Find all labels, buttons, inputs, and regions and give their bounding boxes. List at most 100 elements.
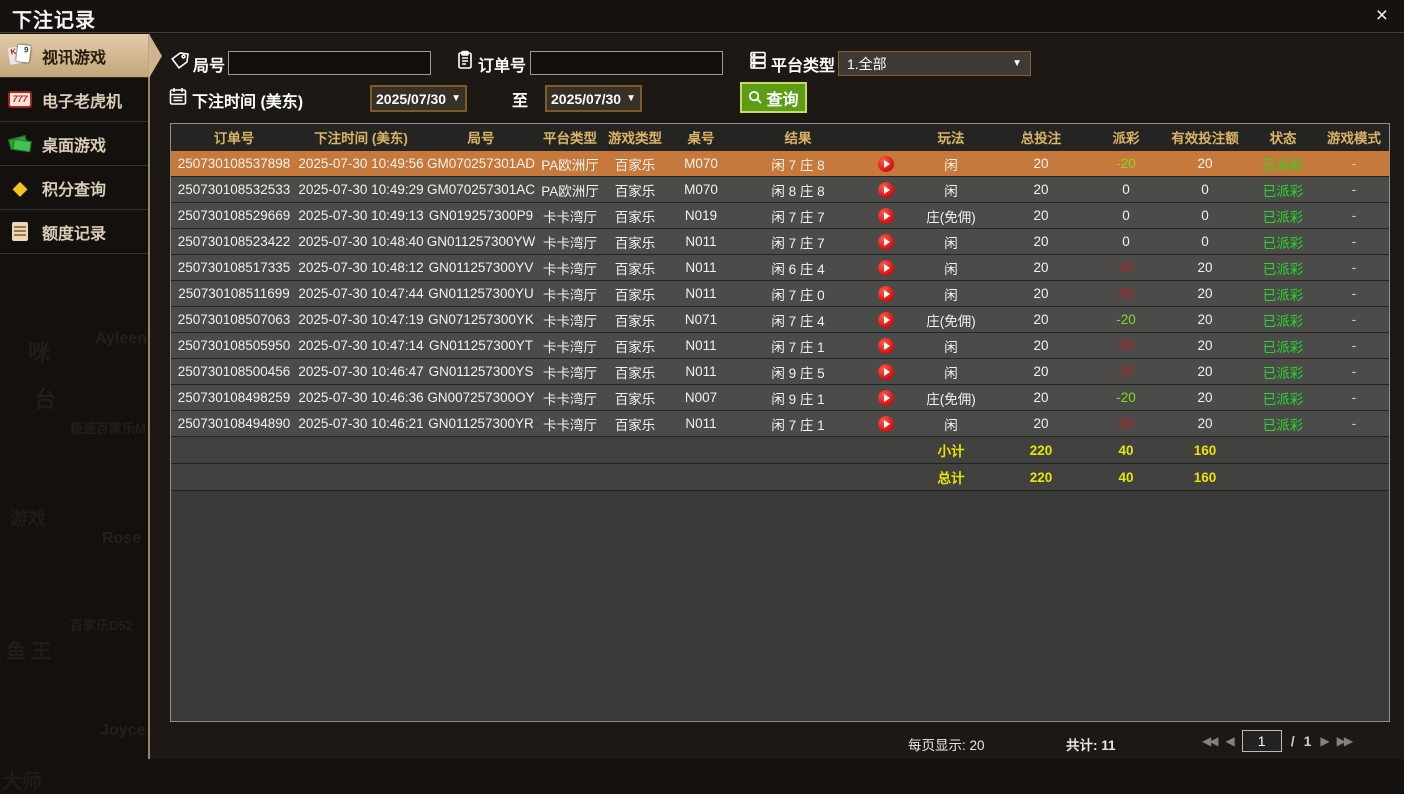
cell-platform: PA欧洲厅	[537, 151, 603, 176]
cell-platform: PA欧洲厅	[537, 177, 603, 202]
date-to-picker[interactable]: 2025/07/30 ▼	[545, 85, 642, 112]
sum-value	[1249, 437, 1317, 463]
cell-result: 闲 7 庄 4	[735, 307, 861, 332]
cell-round-no: GN011257300YV	[425, 255, 537, 280]
search-button-label: 查询	[766, 86, 798, 110]
cell-status: 已派彩	[1249, 411, 1317, 436]
date-from-picker[interactable]: 2025/07/30 ▼	[370, 85, 467, 112]
table-row[interactable]: 250730108537898 2025-07-30 10:49:56 GM07…	[171, 150, 1389, 176]
bet-time-label: 下注时间 (美东)	[192, 88, 303, 112]
table-row[interactable]: 250730108505950 2025-07-30 10:47:14 GN01…	[171, 332, 1389, 358]
cell-payout: 0	[1091, 177, 1161, 202]
table-row[interactable]: 250730108494890 2025-07-30 10:46:21 GN01…	[171, 410, 1389, 436]
cell-bet-time: 2025-07-30 10:46:36	[297, 385, 425, 410]
cell-game-type: 百家乐	[603, 203, 667, 228]
cell-game-mode: -	[1317, 151, 1391, 176]
replay-play-icon[interactable]	[878, 416, 894, 432]
round-input[interactable]	[228, 51, 431, 75]
sum-value	[537, 464, 603, 490]
cell-payout: -20	[1091, 385, 1161, 410]
sum-value: 160	[1161, 464, 1249, 490]
cell-table-no: N011	[667, 411, 735, 436]
tag-icon	[170, 51, 190, 71]
cell-valid-bet: 0	[1161, 177, 1249, 202]
cell-game-mode: -	[1317, 255, 1391, 280]
sum-label: 小计	[911, 437, 991, 463]
close-icon[interactable]: ×	[1376, 5, 1388, 27]
next-page-icon[interactable]: ▶	[1320, 734, 1327, 748]
replay-play-icon[interactable]	[878, 338, 894, 354]
cell-payout: -20	[1091, 151, 1161, 176]
cell-result: 闲 7 庄 0	[735, 281, 861, 306]
cell-total-bet: 20	[991, 255, 1091, 280]
cell-order-no: 250730108500456	[171, 359, 297, 384]
sum-value	[537, 437, 603, 463]
cell-table-no: N011	[667, 281, 735, 306]
platform-select-value: 1.全部	[847, 54, 887, 74]
cell-result: 闲 9 庄 1	[735, 385, 861, 410]
sidebar: K9视讯游戏777电子老虎机桌面游戏◆积分查询额度记录	[0, 34, 149, 759]
cell-payout: 0	[1091, 203, 1161, 228]
sum-value	[735, 437, 861, 463]
cell-game-type: 百家乐	[603, 385, 667, 410]
replay-play-icon[interactable]	[878, 234, 894, 250]
cell-status: 已派彩	[1249, 333, 1317, 358]
cell-valid-bet: 20	[1161, 359, 1249, 384]
cell-play-type: 闲	[911, 151, 991, 176]
table-row[interactable]: 250730108529669 2025-07-30 10:49:13 GN01…	[171, 202, 1389, 228]
replay-play-icon[interactable]	[878, 208, 894, 224]
prev-page-icon[interactable]: ◀	[1225, 734, 1232, 748]
replay-play-icon[interactable]	[878, 156, 894, 172]
table-row[interactable]: 250730108498259 2025-07-30 10:46:36 GN00…	[171, 384, 1389, 410]
column-header: 状态	[1249, 124, 1317, 150]
table-row[interactable]: 250730108532533 2025-07-30 10:49:29 GM07…	[171, 176, 1389, 202]
cell-table-no: N011	[667, 255, 735, 280]
table-row[interactable]: 250730108523422 2025-07-30 10:48:40 GN01…	[171, 228, 1389, 254]
cell-play-type: 闲	[911, 411, 991, 436]
sidebar-item-3[interactable]: ◆积分查询	[0, 166, 149, 210]
replay-play-icon[interactable]	[878, 312, 894, 328]
cell-play-type: 闲	[911, 255, 991, 280]
title-bar: 下注记录 ×	[0, 0, 1404, 33]
table-row[interactable]: 250730108500456 2025-07-30 10:46:47 GN01…	[171, 358, 1389, 384]
cell-game-mode: -	[1317, 411, 1391, 436]
table-row[interactable]: 250730108511699 2025-07-30 10:47:44 GN01…	[171, 280, 1389, 306]
page-number-input[interactable]	[1242, 730, 1282, 752]
cell-bet-time: 2025-07-30 10:48:40	[297, 229, 425, 254]
cell-table-no: N011	[667, 359, 735, 384]
cell-round-no: GN019257300P9	[425, 203, 537, 228]
cell-game-type: 百家乐	[603, 333, 667, 358]
sidebar-item-1[interactable]: 777电子老虎机	[0, 78, 149, 122]
cell-result: 闲 7 庄 1	[735, 411, 861, 436]
document-icon	[7, 220, 33, 244]
column-header: 有效投注额	[1161, 124, 1249, 150]
cell-bet-time: 2025-07-30 10:47:19	[297, 307, 425, 332]
cell-game-type: 百家乐	[603, 307, 667, 332]
order-filter-label: 订单号	[478, 52, 526, 76]
search-button[interactable]: 查询	[740, 82, 807, 113]
cell-game-type: 百家乐	[603, 281, 667, 306]
sidebar-item-0[interactable]: K9视讯游戏	[0, 34, 149, 78]
column-header: 派彩	[1091, 124, 1161, 150]
platform-select[interactable]: 1.全部 ▼	[838, 51, 1031, 76]
sum-value	[603, 437, 667, 463]
cell-play-type: 闲	[911, 359, 991, 384]
order-input[interactable]	[530, 51, 723, 75]
first-page-icon[interactable]: ◀◀	[1202, 734, 1216, 748]
table-row[interactable]: 250730108507063 2025-07-30 10:47:19 GN07…	[171, 306, 1389, 332]
replay-play-icon[interactable]	[878, 260, 894, 276]
cell-game-mode: -	[1317, 333, 1391, 358]
replay-play-icon[interactable]	[878, 182, 894, 198]
lobby-ghost-text: 大师	[2, 765, 42, 794]
replay-play-icon[interactable]	[878, 364, 894, 380]
sidebar-item-4[interactable]: 额度记录	[0, 210, 149, 254]
cell-status: 已派彩	[1249, 203, 1317, 228]
sidebar-item-2[interactable]: 桌面游戏	[0, 122, 149, 166]
last-page-icon[interactable]: ▶▶	[1337, 734, 1351, 748]
date-to-label: 至	[512, 87, 528, 111]
table-row[interactable]: 250730108517335 2025-07-30 10:48:12 GN01…	[171, 254, 1389, 280]
sum-value	[735, 464, 861, 490]
replay-play-icon[interactable]	[878, 390, 894, 406]
cell-order-no: 250730108517335	[171, 255, 297, 280]
replay-play-icon[interactable]	[878, 286, 894, 302]
